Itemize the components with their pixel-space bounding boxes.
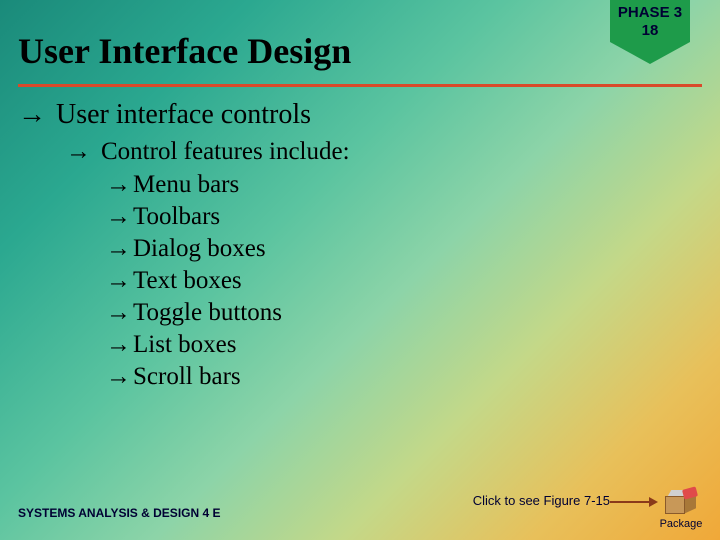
arrow-icon: → <box>106 170 131 199</box>
page-title: User Interface Design <box>18 30 351 72</box>
lvl3-text: Toggle buttons <box>133 299 282 327</box>
content-block: → User interface controls → Control feat… <box>18 98 350 394</box>
link-arrow-line-icon <box>610 501 650 503</box>
arrow-icon: → <box>106 234 131 263</box>
package-label: Package <box>656 518 706 530</box>
lvl3-text: Menu bars <box>133 171 239 199</box>
bullet-lvl1: → User interface controls <box>18 98 350 131</box>
arrow-icon: → <box>18 98 46 130</box>
arrow-icon: → <box>106 298 131 327</box>
arrow-icon: → <box>66 137 91 166</box>
package-box-icon <box>665 490 697 516</box>
package-button[interactable]: Package <box>656 490 706 530</box>
lvl3-text: Dialog boxes <box>133 235 266 263</box>
footer-text: SYSTEMS ANALYSIS & DESIGN 4 E <box>18 506 221 520</box>
bullet-lvl3-4: → Toggle buttons <box>106 298 350 327</box>
bullet-lvl3-3: → Text boxes <box>106 266 350 295</box>
arrow-icon: → <box>106 202 131 231</box>
arrow-icon: → <box>106 362 131 391</box>
bullet-lvl3-1: → Toolbars <box>106 202 350 231</box>
lvl3-text: Scroll bars <box>133 363 241 391</box>
phase-arrow-icon <box>610 42 690 64</box>
phase-line1: PHASE 3 <box>610 4 690 22</box>
bullet-lvl3-0: → Menu bars <box>106 170 350 199</box>
phase-rect: PHASE 3 18 <box>610 0 690 42</box>
lvl2-text: Control features include: <box>101 138 350 166</box>
lvl3-text: Text boxes <box>133 267 242 295</box>
lvl3-text: Toolbars <box>133 203 220 231</box>
arrow-icon: → <box>106 330 131 359</box>
bullet-lvl3-2: → Dialog boxes <box>106 234 350 263</box>
phase-badge: PHASE 3 18 <box>610 0 690 64</box>
figure-link[interactable]: Click to see Figure 7-15 <box>473 493 610 508</box>
lvl1-text: User interface controls <box>56 99 311 131</box>
lvl3-text: List boxes <box>133 331 236 359</box>
arrow-icon: → <box>106 266 131 295</box>
title-divider <box>18 84 702 87</box>
bullet-lvl3-6: → Scroll bars <box>106 362 350 391</box>
bullet-lvl3-5: → List boxes <box>106 330 350 359</box>
bullet-lvl2: → Control features include: <box>66 137 350 166</box>
phase-line2: 18 <box>610 22 690 40</box>
